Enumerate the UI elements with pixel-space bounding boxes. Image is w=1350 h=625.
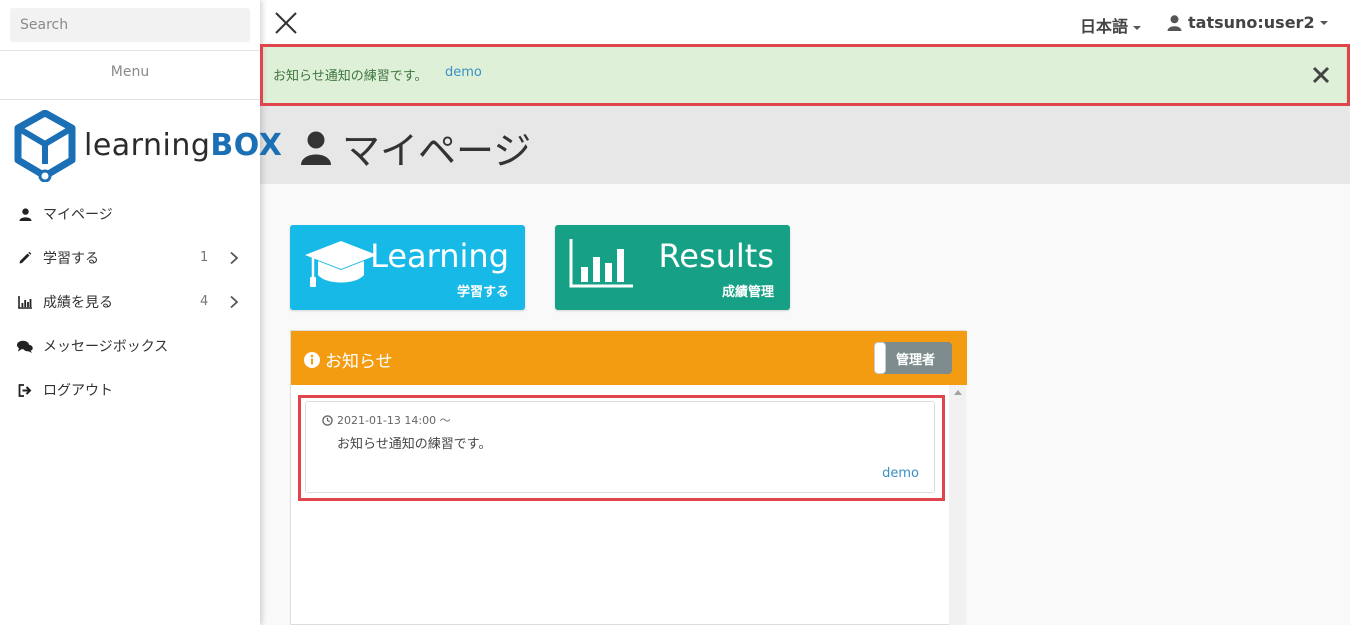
results-tile[interactable]: Results 成績管理: [555, 225, 790, 310]
notice-list: 2021-01-13 14:00 ～ お知らせ通知の練習です。 demo: [291, 385, 951, 625]
caret-down-icon: [1133, 25, 1142, 30]
sidebar-item-results[interactable]: 成績を見る 4: [0, 280, 260, 324]
user-dropdown[interactable]: tatsuno:user2: [1167, 13, 1328, 32]
sidebar-divider: [0, 50, 260, 51]
info-circle-icon: [304, 351, 320, 368]
nav-count-badge: 1: [200, 250, 209, 265]
sidebar-item-label: 学習する: [43, 251, 99, 267]
page-title-text: マイページ: [342, 129, 532, 173]
results-tile-subtitle: 成績管理: [721, 285, 774, 300]
search-input[interactable]: [10, 8, 250, 42]
notice-panel-title: お知らせ: [304, 347, 393, 372]
sidebar: Menu learningBOX マイページ 学習する 1: [0, 0, 282, 625]
toggle-knob: [874, 342, 886, 374]
top-navbar: 日本語 tatsuno:user2: [260, 0, 1350, 46]
language-label: 日本語: [1080, 17, 1129, 36]
scroll-up-arrow-icon[interactable]: [954, 390, 962, 395]
notice-scrollbar[interactable]: [949, 385, 966, 625]
admin-toggle[interactable]: 管理者: [874, 342, 952, 374]
alert-demo-link[interactable]: demo: [445, 65, 482, 80]
notice-title-text: お知らせ: [325, 352, 393, 372]
learningbox-logo[interactable]: learningBOX: [14, 109, 282, 183]
sidebar-item-label: ログアウト: [43, 383, 113, 399]
sidebar-item-label: メッセージボックス: [43, 339, 169, 355]
page-title: マイページ: [300, 120, 531, 175]
graduation-cap-icon: [305, 241, 377, 287]
nav-count-badge: 4: [200, 294, 209, 309]
learning-tile-title: Learning: [370, 237, 509, 275]
notice-panel: お知らせ 管理者 2021-01-13 14:00 ～ お知らせ通知の練習です。…: [290, 330, 967, 625]
notice-date: 2021-01-13 14:00 ～: [322, 412, 451, 428]
results-tile-title: Results: [658, 237, 774, 275]
notice-item[interactable]: 2021-01-13 14:00 ～ お知らせ通知の練習です。 demo: [305, 401, 935, 493]
notice-text: お知らせ通知の練習です。: [337, 437, 492, 452]
alert-message: お知らせ通知の練習です。: [273, 69, 428, 84]
chevron-right-icon[interactable]: [227, 251, 241, 265]
pencil-icon: [16, 249, 34, 267]
caret-down-icon: [1319, 20, 1328, 25]
learning-tile-subtitle: 学習する: [456, 285, 509, 300]
sidebar-item-label: 成績を見る: [43, 295, 113, 311]
chevron-right-icon[interactable]: [227, 295, 241, 309]
notice-author-link[interactable]: demo: [882, 466, 919, 481]
bar-chart-icon: [569, 239, 633, 288]
logo-cube-icon: [14, 109, 76, 183]
sidebar-item-messagebox[interactable]: メッセージボックス: [0, 324, 260, 368]
clock-icon: [322, 414, 333, 426]
sidebar-item-logout[interactable]: ログアウト: [0, 368, 260, 412]
user-icon: [1167, 14, 1182, 31]
language-dropdown[interactable]: 日本語: [1080, 13, 1142, 37]
notification-alert: お知らせ通知の練習です。 demo: [262, 46, 1347, 104]
learning-tile[interactable]: Learning 学習する: [290, 225, 525, 310]
sidebar-item-label: マイページ: [43, 207, 113, 223]
user-icon: [16, 205, 34, 223]
sidebar-nav: マイページ 学習する 1 成績を見る 4 メッセージボックス ログアウト: [0, 192, 260, 412]
logo-text: learningBOX: [84, 128, 283, 163]
notice-date-text: 2021-01-13 14:00 ～: [337, 414, 451, 427]
notice-panel-header: お知らせ 管理者: [291, 331, 967, 385]
admin-toggle-label: 管理者: [896, 353, 936, 368]
close-menu-icon[interactable]: [274, 11, 298, 35]
sidebar-item-mypage[interactable]: マイページ: [0, 192, 260, 236]
user-name: tatsuno:user2: [1188, 13, 1315, 32]
sign-out-icon: [16, 381, 34, 399]
sidebar-item-learning[interactable]: 学習する 1: [0, 236, 260, 280]
alert-close-icon[interactable]: [1312, 66, 1330, 84]
sidebar-divider: [0, 99, 260, 100]
comments-icon: [16, 337, 34, 355]
menu-label: Menu: [110, 64, 150, 80]
page-header: マイページ: [260, 106, 1350, 184]
bar-chart-icon: [16, 293, 34, 311]
user-icon: [301, 131, 331, 165]
